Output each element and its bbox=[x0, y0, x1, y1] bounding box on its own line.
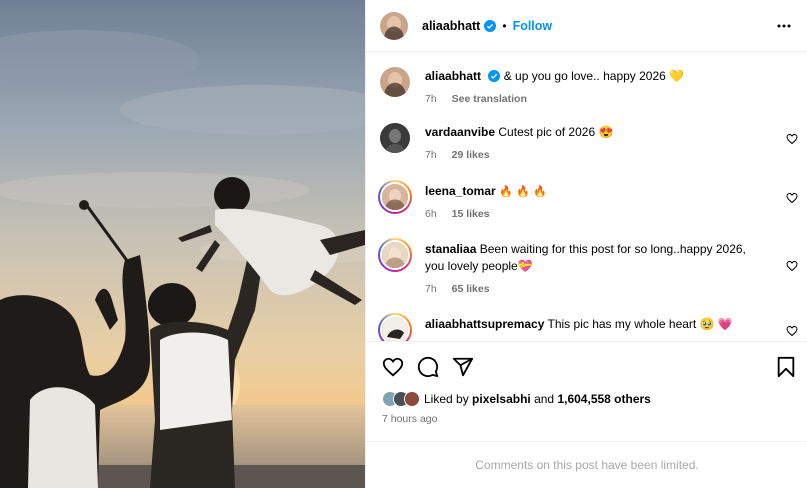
comment-like-heart-icon[interactable] bbox=[786, 260, 798, 272]
commenter-avatar-story-ring[interactable] bbox=[378, 238, 412, 272]
post-side-panel: aliaabhatt • Follow aliaabhatt & up you … bbox=[365, 0, 807, 488]
comment-like-heart-icon[interactable] bbox=[786, 192, 798, 204]
verified-badge-icon bbox=[484, 19, 497, 32]
comment-time: 7h bbox=[425, 149, 437, 161]
commenter-avatar[interactable] bbox=[380, 123, 410, 153]
comment-time: 6h bbox=[425, 208, 437, 220]
comments-list[interactable]: aliaabhatt & up you go love.. happy 2026… bbox=[366, 53, 807, 341]
liked-by-user[interactable]: pixelsabhi bbox=[472, 392, 531, 406]
caption-text: & up you go love.. happy 2026 💛 bbox=[503, 69, 685, 83]
comment-item: stanaliaa Been waiting for this post for… bbox=[378, 238, 800, 298]
likes-count[interactable]: 1,604,558 others bbox=[557, 392, 650, 406]
post-time-ago[interactable]: 7 hours ago bbox=[382, 413, 437, 425]
comment-likes[interactable]: 65 likes bbox=[452, 283, 490, 295]
heart-icon[interactable] bbox=[382, 356, 404, 378]
comment-username[interactable]: stanaliaa bbox=[425, 242, 476, 256]
comment-text: This pic has my whole heart 🥹 💗 bbox=[547, 317, 733, 331]
follow-button[interactable]: Follow bbox=[513, 19, 553, 33]
post-header: aliaabhatt • Follow bbox=[366, 0, 807, 52]
comment-username[interactable]: vardaanvibe bbox=[425, 125, 495, 139]
comment-icon[interactable] bbox=[417, 356, 439, 378]
comment-like-heart-icon[interactable] bbox=[786, 133, 798, 145]
share-icon[interactable] bbox=[452, 356, 474, 378]
instagram-post-view: aliaabhatt • Follow aliaabhatt & up you … bbox=[0, 0, 807, 488]
post-actions: Liked by pixelsabhi and 1,604,558 others… bbox=[366, 341, 807, 441]
commenter-avatar-story-ring[interactable] bbox=[378, 313, 412, 341]
post-photo-silhouette bbox=[0, 0, 365, 488]
comment-item: aliaabhattsupremacy This pic has my whol… bbox=[378, 313, 800, 341]
more-horizontal-icon[interactable] bbox=[776, 18, 792, 34]
bookmark-icon[interactable] bbox=[776, 356, 796, 378]
author-username[interactable]: aliaabhatt bbox=[422, 19, 480, 33]
comment-like-heart-icon[interactable] bbox=[786, 325, 798, 337]
comment-time: 7h bbox=[425, 283, 437, 295]
caption: aliaabhatt & up you go love.. happy 2026… bbox=[380, 67, 800, 108]
see-translation-button[interactable]: See translation bbox=[452, 93, 527, 105]
likes-summary: Liked by pixelsabhi and 1,604,558 others bbox=[382, 391, 651, 407]
author-avatar[interactable] bbox=[380, 11, 408, 40]
comment-username[interactable]: aliaabhattsupremacy bbox=[425, 317, 544, 331]
comment-likes[interactable]: 15 likes bbox=[452, 208, 490, 220]
header-separator: • bbox=[502, 18, 507, 33]
caption-avatar[interactable] bbox=[380, 67, 410, 97]
comments-limited-notice: Comments on this post have been limited. bbox=[366, 441, 807, 488]
comment-text: Cutest pic of 2026 😍 bbox=[498, 125, 614, 139]
caption-time: 7h bbox=[425, 93, 437, 105]
verified-badge-icon bbox=[488, 70, 501, 82]
comment-likes[interactable]: 29 likes bbox=[452, 149, 490, 161]
comment-item: vardaanvibe Cutest pic of 2026 😍 7h 29 l… bbox=[380, 123, 800, 164]
liked-by-prefix: Liked by bbox=[424, 392, 469, 406]
post-image[interactable] bbox=[0, 0, 365, 488]
liker-avatar[interactable] bbox=[404, 391, 420, 407]
comment-username[interactable]: leena_tomar bbox=[425, 184, 496, 198]
comment-item: leena_tomar 🔥 🔥 🔥 6h 15 likes bbox=[378, 180, 800, 223]
liked-by-and: and bbox=[534, 392, 555, 406]
commenter-avatar-story-ring[interactable] bbox=[378, 180, 412, 214]
caption-username[interactable]: aliaabhatt bbox=[425, 69, 481, 83]
comment-text: 🔥 🔥 🔥 bbox=[499, 185, 548, 198]
